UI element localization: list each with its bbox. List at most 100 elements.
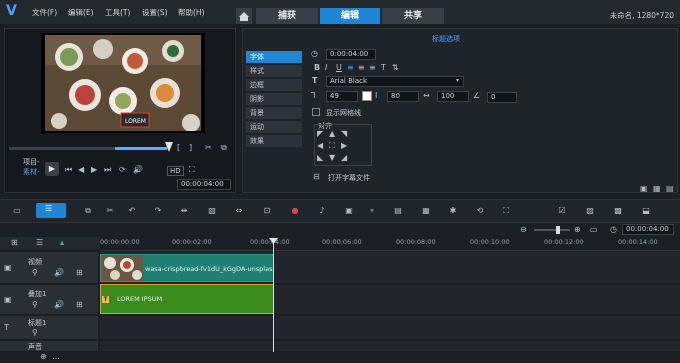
align-ml-icon[interactable]: ◀ [317,141,323,151]
italic-icon[interactable]: I [325,63,327,73]
timeline-view-button[interactable]: ☰ [36,203,66,218]
side-tab-shadow[interactable]: 阴影 [246,93,302,105]
menu-file[interactable]: 文件(F) [32,7,57,18]
more-icon[interactable]: … [52,352,60,362]
open-subtitle-button[interactable]: 打开字幕文件 [328,173,370,183]
side-tab-font[interactable]: 字体 [246,51,302,63]
fit-timeline-icon[interactable]: ▭ [590,225,598,235]
track-header-video[interactable]: ▣ 视频 ⚲ 🔊 ⊞ [0,252,98,284]
align-center-box-icon[interactable]: ⛶ [329,141,335,151]
home-start-icon[interactable]: ⏮ [65,165,72,175]
storyboard-view-icon[interactable]: ▭ [11,205,23,217]
record-icon[interactable]: ● [289,205,301,217]
font-color-swatch[interactable] [362,91,372,101]
zoom-select[interactable]: HD [167,166,184,176]
transition-icon[interactable]: ▩ [612,205,624,217]
tools-icon[interactable]: ✂ [104,205,116,217]
lock-icon[interactable]: ⊞ [76,300,83,310]
lock-icon[interactable]: ⊞ [76,268,83,278]
menu-settings[interactable]: 设置(S) [142,7,168,18]
title-clip[interactable]: T LOREM IPSUM [100,284,274,314]
align-tc-icon[interactable]: ▲ [329,129,335,139]
preview-window[interactable]: LOREM [41,33,205,133]
crop-icon[interactable]: ⛶ [189,165,195,175]
menu-help[interactable]: 帮助(H) [178,7,205,18]
align-tl-icon[interactable]: ◤ [317,129,323,139]
font-select[interactable]: Arial Black [326,76,464,87]
motion-tracking-icon[interactable]: ✱ [447,205,459,217]
subtitle-icon[interactable]: ▤ [392,205,404,217]
track-volume-icon[interactable]: 🔊 [54,300,64,310]
tracking-field[interactable]: 100 [437,91,469,102]
repeat-icon[interactable]: ⟳ [119,165,126,175]
pan-zoom-icon[interactable]: ▧ [206,205,218,217]
side-tab-style[interactable]: 样式 [246,65,302,77]
prev-frame-icon[interactable]: ◀ [78,165,84,175]
chapter-icon[interactable]: ☰ [36,238,43,248]
link-icon[interactable]: ⚲ [32,328,38,338]
side-tab-motion[interactable]: 运动 [246,121,302,133]
mode-project[interactable]: 项目- [23,157,40,167]
link-icon[interactable]: ⚲ [32,300,38,310]
duration-field[interactable]: 0:00:04:00 [326,49,376,60]
mode-clip[interactable]: 素材- [23,167,40,177]
playhead[interactable] [273,240,274,352]
zoom-slider-handle[interactable] [556,226,560,234]
split-screen-icon[interactable]: ⊡ [261,205,273,217]
font-size-field[interactable]: 49 [326,91,358,102]
fit-icon[interactable]: ⇹ [178,205,190,217]
bold-icon[interactable]: B [314,63,320,73]
capture-icon[interactable]: ▣ [343,205,355,217]
mask-icon[interactable]: ▨ [584,205,596,217]
panel-icon-3[interactable]: ▤ [666,184,674,194]
vertical-text-icon[interactable]: T [381,63,386,73]
angle-field[interactable]: 0 [487,92,517,103]
undo-icon[interactable]: ↶ [126,205,138,217]
align-mr-icon[interactable]: ▶ [341,141,347,151]
menu-edit[interactable]: 编辑(E) [68,7,94,18]
align-right-icon[interactable]: ≡ [369,63,376,73]
zoom-slider[interactable] [534,229,570,231]
track-header-overlay[interactable]: ▣ 叠加1 ⚲ 🔊 ⊞ [0,285,98,315]
volume-icon[interactable]: 🔊 [133,165,143,175]
add-track-icon[interactable]: ⊕ [40,352,47,362]
side-tab-border[interactable]: 边框 [246,79,302,91]
preview-timecode[interactable]: 00:00:04:00 [177,179,231,190]
align-bc-icon[interactable]: ▼ [329,153,335,163]
home-tab[interactable] [236,8,252,24]
tab-capture[interactable]: 捕获 [256,8,318,24]
play-button[interactable]: ▶ [45,162,59,176]
text-direction-icon[interactable]: ⇅ [392,63,399,73]
tab-share[interactable]: 共享 [382,8,444,24]
end-icon[interactable]: ⏭ [104,165,111,175]
speed-icon[interactable]: ⇔ [233,205,245,217]
link-icon[interactable]: ⚲ [32,268,38,278]
align-bl-icon[interactable]: ◣ [317,153,323,163]
redo-icon[interactable]: ↷ [152,205,164,217]
fullscreen-icon[interactable]: ⛶ [500,205,512,217]
chevron-down-icon[interactable]: ▾ [456,76,459,86]
copy-icon[interactable]: ⧉ [82,205,94,217]
track-manager-icon[interactable]: ⊞ [11,238,18,248]
motion-icon[interactable]: ⚬ [366,205,378,217]
align-left-icon[interactable]: ≡ [347,63,354,73]
line-spacing-field[interactable]: 80 [387,91,419,102]
zoom-out-icon[interactable]: ⊖ [520,225,527,235]
tab-edit[interactable]: 编辑 [320,8,380,24]
side-tab-background[interactable]: 背景 [246,107,302,119]
track-header-voice[interactable]: 声音 [0,341,98,352]
marker-icon[interactable]: ▴ [60,238,64,248]
track-volume-icon[interactable]: 🔊 [54,268,64,278]
underline-icon[interactable]: U [336,63,342,73]
export-icon[interactable]: ⬓ [640,205,652,217]
panel-icon-2[interactable]: ▦ [653,184,661,194]
enlarge-icon[interactable]: ⧉ [221,143,227,153]
align-tr-icon[interactable]: ◥ [341,129,347,139]
track-header-title[interactable]: T 标题1 ⚲ [0,316,98,340]
show-grid-checkbox[interactable] [312,108,320,116]
audio-mixer-icon[interactable]: ♪ [316,205,328,217]
mark-out-icon[interactable]: ] [189,143,192,153]
mark-in-icon[interactable]: [ [177,143,180,153]
split-icon[interactable]: ✂ [205,143,212,153]
align-center-icon[interactable]: ≡ [358,63,365,73]
